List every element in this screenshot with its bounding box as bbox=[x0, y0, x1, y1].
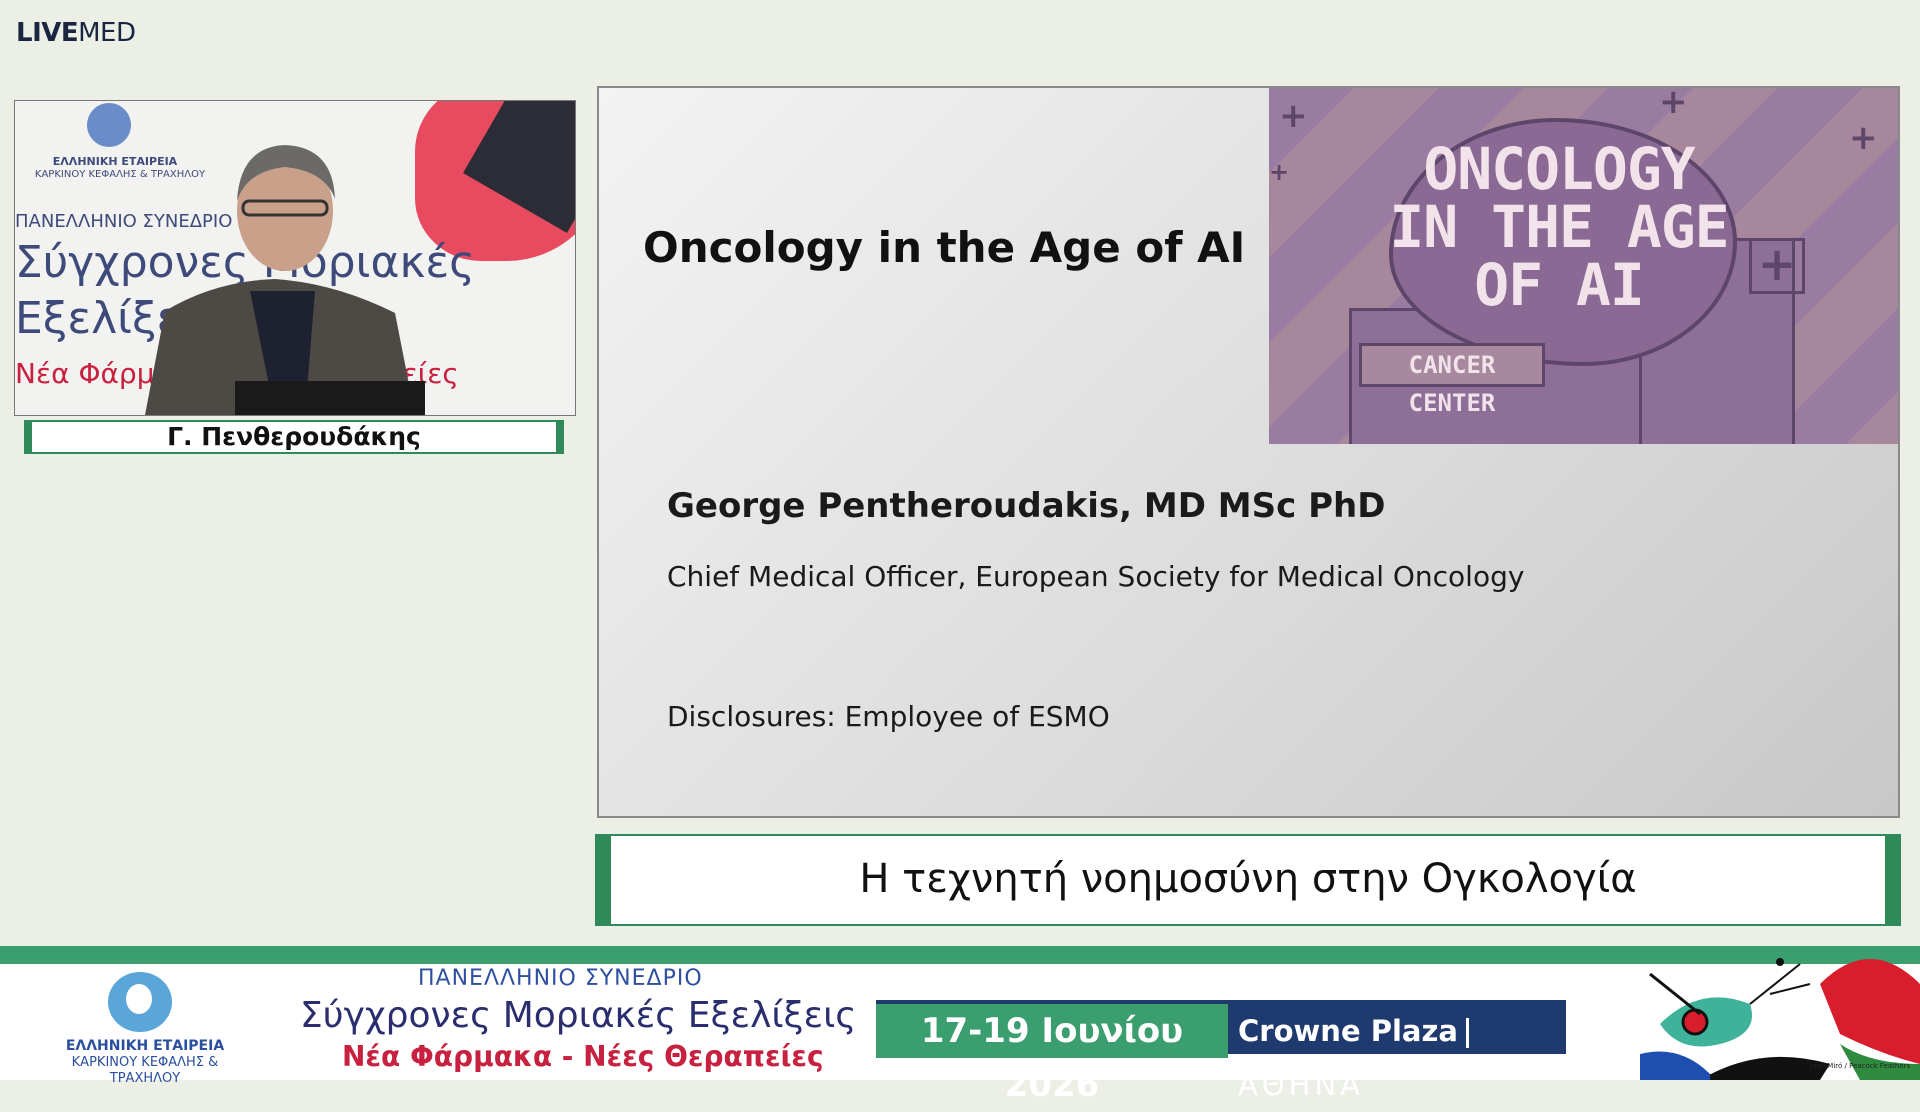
venue-city: ΑΘΗΝΑ bbox=[1238, 1068, 1365, 1102]
conference-dates: 17-19 Ιουνίου 2026 bbox=[876, 1000, 1228, 1105]
speaker-video: ΕΛΛΗΝΙΚΗ ΕΤΑΙΡΕΙΑ ΚΑΡΚΙΝΟΥ ΚΕΦΑΛΗΣ & ΤΡΑ… bbox=[14, 100, 576, 416]
conference-title: Σύγχρονες Μοριακές Εξελίξεις bbox=[300, 995, 857, 1036]
speaker-figure bbox=[145, 145, 425, 415]
poster-cloud-text: ONCOLOGY IN THE AGE OF AI bbox=[1389, 140, 1729, 314]
conference-subtitle: Νέα Φάρμακα - Νέες Θεραπείες bbox=[342, 1040, 824, 1073]
presentation-slide: Oncology in the Age of AI + + + + + ONCO… bbox=[597, 86, 1900, 818]
art-credit: Joan Miró / Peacock Feathers bbox=[1810, 1062, 1911, 1070]
plus-icon: + bbox=[1279, 96, 1308, 136]
logo-light-text: MED bbox=[78, 18, 136, 48]
cloud-line2: IN THE AGE bbox=[1389, 193, 1729, 261]
plus-icon: + bbox=[1659, 88, 1688, 122]
logo-bold-text: LIVE bbox=[16, 18, 79, 48]
slide-speaker-role: Chief Medical Officer, European Society … bbox=[667, 560, 1525, 593]
footer-stripe bbox=[0, 946, 1920, 964]
venue-separator bbox=[1465, 1018, 1469, 1048]
medical-cross-icon: + bbox=[1749, 238, 1805, 294]
conference-label: ΠΑΝΕΛΛΗΝΙΟ ΣΥΝΕΔΡΙΟ bbox=[418, 966, 703, 991]
slide-title: Oncology in the Age of AI bbox=[643, 223, 1246, 272]
conference-venue: Crowne Plaza ΑΘΗΝΑ bbox=[1228, 1000, 1566, 1102]
slide-disclosures: Disclosures: Employee of ESMO bbox=[667, 700, 1110, 733]
cloud-line1: ONCOLOGY bbox=[1423, 135, 1695, 203]
plus-icon: + bbox=[1849, 118, 1878, 158]
venue-name: Crowne Plaza bbox=[1238, 1014, 1458, 1048]
speaker-name-bar: Γ. Πενθερουδάκης bbox=[24, 420, 564, 454]
slide-speaker-name: George Pentheroudakis, MD MSc PhD bbox=[667, 486, 1386, 526]
miro-artwork-image bbox=[1640, 958, 1920, 1080]
slide-poster-image: + + + + + ONCOLOGY IN THE AGE OF AI CANC… bbox=[1269, 88, 1898, 444]
livemed-logo: LIVEMED bbox=[16, 18, 136, 48]
org-name-line1: ΕΛΛΗΝΙΚΗ ΕΤΑΙΡΕΙΑ bbox=[65, 1038, 225, 1054]
org-logo-icon bbox=[108, 972, 172, 1032]
plus-icon: + bbox=[1269, 158, 1290, 186]
talk-title-bar: Η τεχνητή νοημοσύνη στην Ογκολογία bbox=[595, 834, 1901, 926]
cloud-line3: OF AI bbox=[1474, 251, 1645, 319]
cancer-center-sign: CANCER CENTER bbox=[1359, 343, 1545, 417]
org-name-line2: ΚΑΡΚΙΝΟΥ ΚΕΦΑΛΗΣ & ΤΡΑΧΗΛΟΥ bbox=[71, 1055, 219, 1086]
